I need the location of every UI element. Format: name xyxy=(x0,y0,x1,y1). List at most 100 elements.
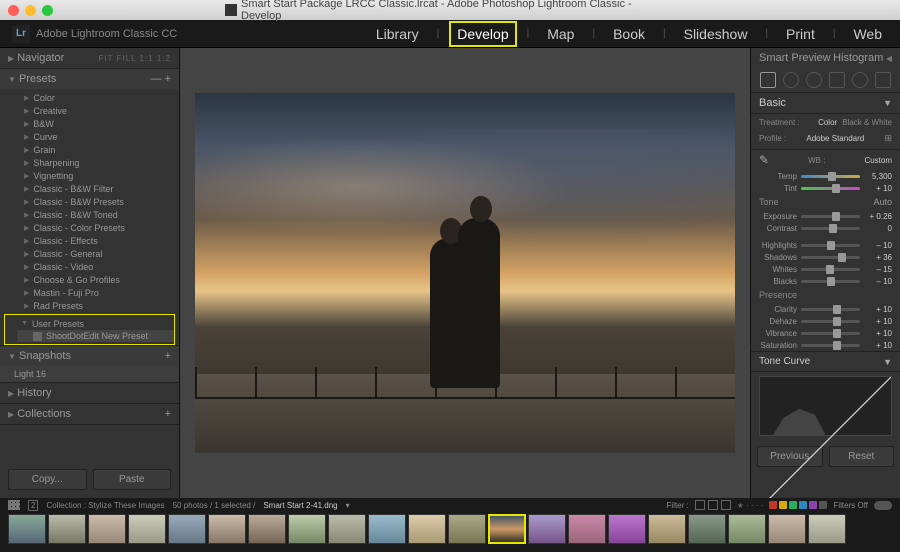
close-window-button[interactable] xyxy=(8,5,19,16)
module-slideshow[interactable]: Slideshow xyxy=(678,23,754,45)
radial-filter-icon[interactable] xyxy=(852,72,868,88)
preset-group[interactable]: ▶Sharpening xyxy=(20,156,179,169)
spot-removal-icon[interactable] xyxy=(783,72,799,88)
saturation-slider[interactable]: Saturation+ 10 xyxy=(751,339,900,351)
eyedropper-icon[interactable]: ✎ xyxy=(759,153,769,167)
preset-group[interactable]: ▶Color xyxy=(20,91,179,104)
tonecurve-header[interactable]: Tone Curve▼ xyxy=(751,351,900,372)
thumbnail[interactable] xyxy=(48,514,86,544)
history-header[interactable]: ▶ History xyxy=(0,383,179,403)
thumbnail[interactable] xyxy=(608,514,646,544)
blacks-slider[interactable]: Blacks– 10 xyxy=(751,275,900,287)
treatment-color[interactable]: Color xyxy=(818,118,837,127)
crop-tool-icon[interactable] xyxy=(760,72,776,88)
snapshot-item[interactable]: Light 16 xyxy=(0,366,179,382)
thumbnail-strip[interactable] xyxy=(0,512,900,552)
module-print[interactable]: Print xyxy=(780,23,821,45)
preset-group[interactable]: ▶Rad Presets xyxy=(20,299,179,312)
image-viewport[interactable] xyxy=(180,48,750,498)
adjustment-brush-icon[interactable] xyxy=(875,72,891,88)
chevron-down-icon[interactable]: ▾ xyxy=(346,501,350,510)
preset-group[interactable]: ▶Classic - B&W Presets xyxy=(20,195,179,208)
basic-panel-header[interactable]: Basic▼ xyxy=(751,93,900,114)
thumbnail[interactable] xyxy=(288,514,326,544)
exposure-slider[interactable]: Exposure+ 0.26 xyxy=(751,210,900,222)
thumbnail[interactable] xyxy=(128,514,166,544)
thumbnail[interactable] xyxy=(688,514,726,544)
preset-group[interactable]: ▶Curve xyxy=(20,130,179,143)
collections-header[interactable]: ▶ Collections+ xyxy=(0,404,179,424)
preset-group[interactable]: ▶Classic - B&W Toned xyxy=(20,208,179,221)
thumbnail[interactable] xyxy=(168,514,206,544)
preset-group[interactable]: ▶Creative xyxy=(20,104,179,117)
preset-group[interactable]: ▶Classic - B&W Filter xyxy=(20,182,179,195)
thumbnail[interactable] xyxy=(648,514,686,544)
tonecurve-chart[interactable] xyxy=(759,376,892,436)
auto-tone-button[interactable]: Auto xyxy=(873,197,892,207)
grid-view-icon[interactable] xyxy=(8,500,20,510)
whites-slider[interactable]: Whites– 15 xyxy=(751,263,900,275)
thumbnail[interactable] xyxy=(328,514,366,544)
user-preset-item[interactable]: ShootDotEdit New Preset xyxy=(17,330,174,342)
snapshots-header[interactable]: ▼ Snapshots+ xyxy=(0,346,179,366)
preset-group[interactable]: ▶Classic - General xyxy=(20,247,179,260)
histogram-header[interactable]: Smart Preview Histogram◀ xyxy=(751,48,900,68)
module-web[interactable]: Web xyxy=(847,23,888,45)
second-window-icon[interactable]: 2 xyxy=(28,500,38,511)
temp-slider[interactable]: Temp5,300 xyxy=(751,170,900,182)
preset-group[interactable]: ▶Classic - Video xyxy=(20,260,179,273)
treatment-bw[interactable]: Black & White xyxy=(842,118,892,127)
preset-group[interactable]: ▶Choose & Go Profiles xyxy=(20,273,179,286)
flag-pick-icon[interactable] xyxy=(695,500,705,510)
module-book[interactable]: Book xyxy=(607,23,651,45)
profile-grid-icon[interactable]: ⊞ xyxy=(884,133,892,144)
thumbnail[interactable] xyxy=(208,514,246,544)
module-library[interactable]: Library xyxy=(370,23,425,45)
thumbnail[interactable] xyxy=(728,514,766,544)
contrast-slider[interactable]: Contrast0 xyxy=(751,222,900,234)
preset-group[interactable]: ▶Classic - Effects xyxy=(20,234,179,247)
dehaze-slider[interactable]: Dehaze+ 10 xyxy=(751,315,900,327)
presets-header[interactable]: ▼ Presets — + xyxy=(0,69,179,89)
thumbnail[interactable] xyxy=(248,514,286,544)
color-label-filter[interactable] xyxy=(769,501,827,509)
thumbnail[interactable] xyxy=(768,514,806,544)
thumbnail[interactable] xyxy=(368,514,406,544)
clarity-slider[interactable]: Clarity+ 10 xyxy=(751,303,900,315)
copy-button[interactable]: Copy... xyxy=(8,469,87,490)
tint-slider[interactable]: Tint+ 10 xyxy=(751,182,900,194)
user-presets-folder[interactable]: ▼User Presets xyxy=(17,317,174,330)
preset-group[interactable]: ▶Classic - Color Presets xyxy=(20,221,179,234)
minimize-window-button[interactable] xyxy=(25,5,36,16)
vibrance-slider[interactable]: Vibrance+ 10 xyxy=(751,327,900,339)
thumbnail[interactable] xyxy=(568,514,606,544)
preset-group[interactable]: ▶Vignetting xyxy=(20,169,179,182)
module-map[interactable]: Map xyxy=(541,23,580,45)
graduated-filter-icon[interactable] xyxy=(829,72,845,88)
collection-path[interactable]: Collection : Stylize These Images xyxy=(46,501,164,510)
thumbnail-selected[interactable] xyxy=(488,514,526,544)
profile-value[interactable]: Adobe Standard xyxy=(806,134,864,143)
preset-group[interactable]: ▶Mastin - Fuji Pro xyxy=(20,286,179,299)
highlights-slider[interactable]: Highlights– 10 xyxy=(751,239,900,251)
filter-switch[interactable] xyxy=(874,501,892,510)
thumbnail[interactable] xyxy=(8,514,46,544)
maximize-window-button[interactable] xyxy=(42,5,53,16)
preset-group[interactable]: ▶B&W xyxy=(20,117,179,130)
thumbnail[interactable] xyxy=(88,514,126,544)
redeye-tool-icon[interactable] xyxy=(806,72,822,88)
wb-value[interactable]: Custom xyxy=(864,156,892,165)
preset-group[interactable]: ▶Grain xyxy=(20,143,179,156)
navigator-header[interactable]: ▶ Navigator FIT FILL 1:1 1:2 xyxy=(0,48,179,68)
rating-filter[interactable]: ★ · · · · xyxy=(737,501,764,510)
thumbnail[interactable] xyxy=(528,514,566,544)
shadows-slider[interactable]: Shadows+ 36 xyxy=(751,251,900,263)
thumbnail[interactable] xyxy=(408,514,446,544)
thumbnail[interactable] xyxy=(808,514,846,544)
filters-off-label[interactable]: Filters Off xyxy=(833,501,868,510)
flag-unflagged-icon[interactable] xyxy=(708,500,718,510)
flag-reject-icon[interactable] xyxy=(721,500,731,510)
thumbnail[interactable] xyxy=(448,514,486,544)
module-develop[interactable]: Develop xyxy=(451,23,514,45)
paste-button[interactable]: Paste xyxy=(93,469,172,490)
